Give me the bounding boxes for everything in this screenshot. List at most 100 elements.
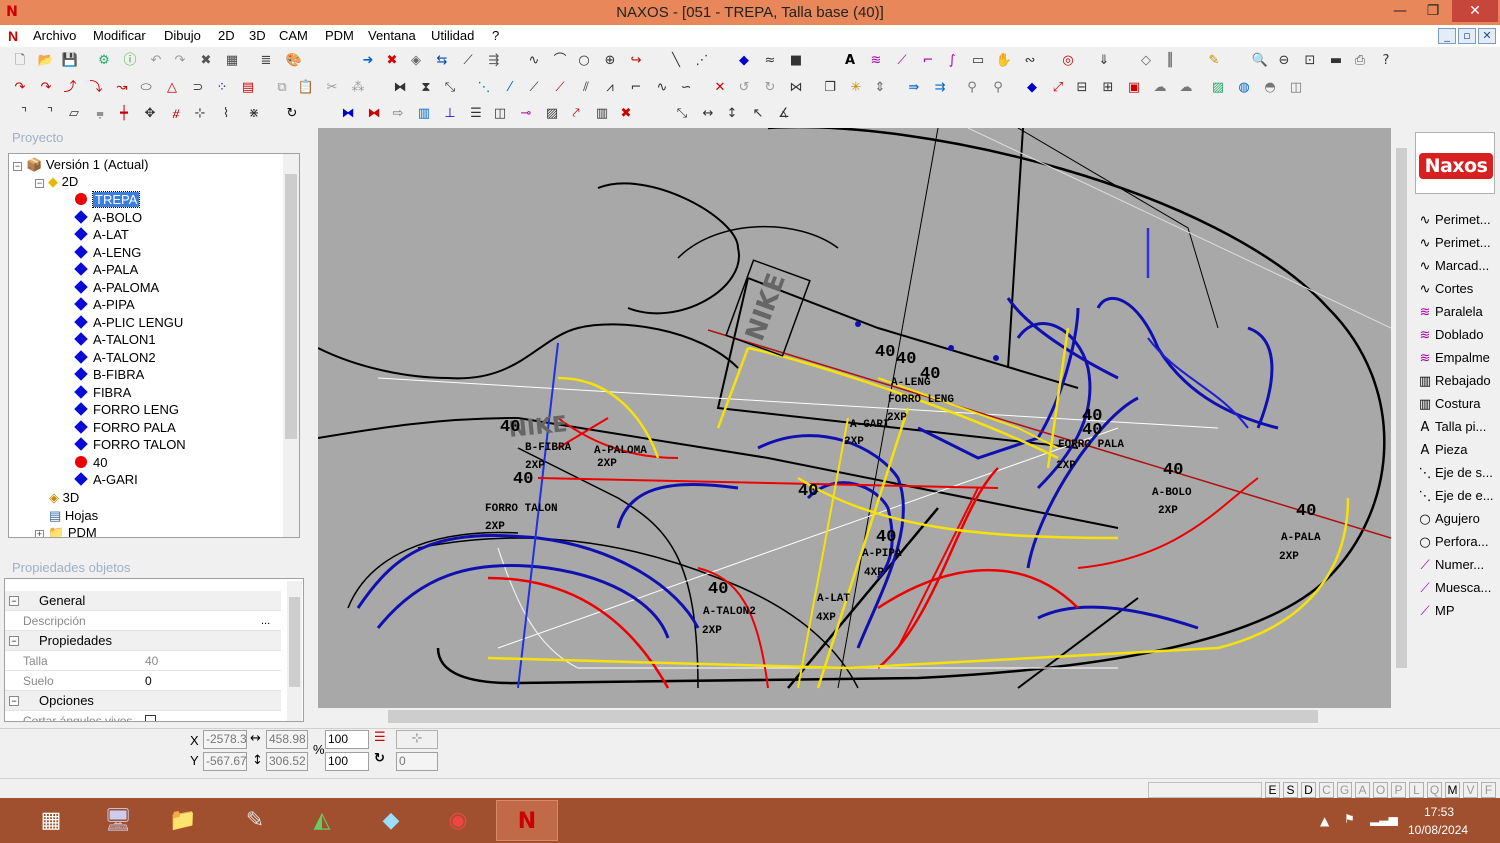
hand-icon[interactable]: ✋ <box>994 51 1014 71</box>
x-coordinate-field[interactable]: -2578.3 <box>203 730 247 749</box>
link-icon[interactable]: ⧓ <box>338 104 358 124</box>
status-toggle[interactable]: O <box>1373 782 1388 798</box>
snap-toggle-icon[interactable]: ⊹ <box>396 730 438 749</box>
dash-line-icon[interactable]: ⋱ <box>474 78 494 98</box>
mdi-restore-button[interactable]: ▫ <box>1458 28 1476 44</box>
cortar-checkbox[interactable] <box>145 715 156 721</box>
tool-item[interactable]: ▥ Costura <box>1415 393 1499 415</box>
slope-icon[interactable]: ⟋ <box>524 78 544 98</box>
props-scroll-thumb[interactable] <box>289 597 300 687</box>
copy-icon[interactable]: ⧉ <box>272 78 292 98</box>
expand-icon[interactable]: + <box>35 530 44 537</box>
tool-item[interactable]: ▥ Rebajado <box>1415 370 1499 392</box>
offset-icon[interactable]: ≋ <box>866 51 886 71</box>
tree-piece[interactable]: A-PLIC LENGU <box>74 314 183 331</box>
dash-line2-icon[interactable]: ⁄ <box>500 78 520 98</box>
y-coordinate-field[interactable]: -567.67 <box>203 752 247 771</box>
sparkle-icon[interactable]: ✳ <box>846 78 866 98</box>
clock-date[interactable]: 10/08/2024 <box>1408 823 1468 837</box>
pen-app-icon[interactable]: ✎ <box>224 800 286 841</box>
tool-item[interactable]: ○ Perfora... <box>1415 531 1499 553</box>
tool-item[interactable]: ∿ Cortes <box>1415 278 1499 300</box>
rotate-icon[interactable]: ↻ <box>374 751 385 766</box>
tool-item[interactable]: ≋ Paralela <box>1415 301 1499 323</box>
canvas-vscrollbar[interactable] <box>1393 128 1410 708</box>
menu-pdm[interactable]: PDM <box>325 28 354 43</box>
tree-piece[interactable]: FIBRA <box>74 384 131 401</box>
tool-item[interactable]: A Talla pi... <box>1415 416 1499 438</box>
tree-piece[interactable]: FORRO PALA <box>74 419 176 436</box>
flip-h-icon[interactable]: ⧓ <box>390 78 410 98</box>
canvas-vscroll-thumb[interactable] <box>1396 148 1407 668</box>
align-list-icon[interactable]: ☰ <box>374 730 386 745</box>
delete-icon[interactable]: ✖ <box>196 51 216 71</box>
page-icon[interactable]: ▱ <box>64 104 84 124</box>
tool-item[interactable]: ≋ Doblado <box>1415 324 1499 346</box>
corner-icon[interactable]: ⌝ <box>14 104 34 124</box>
extend-icon[interactable]: ⟋ <box>892 51 912 71</box>
wave-icon[interactable]: ∿ <box>652 78 672 98</box>
width-icon[interactable]: ↔ <box>698 104 718 124</box>
loop-icon[interactable]: ⊃ <box>188 78 208 98</box>
remove-piece-icon[interactable]: ✖ <box>382 51 402 71</box>
height-icon[interactable]: ↕ <box>722 104 742 124</box>
ellipse-icon[interactable]: ⬭ <box>136 78 156 98</box>
tool-item[interactable]: ≋ Empalme <box>1415 347 1499 369</box>
trim-icon[interactable]: ⌐ <box>918 51 938 71</box>
prop-descripcion[interactable]: Descripción... <box>5 611 281 631</box>
status-toggle[interactable]: M <box>1445 782 1460 798</box>
tool-item[interactable]: ○ Agujero <box>1415 508 1499 530</box>
tree-folder-3d[interactable]: ◈ 3D <box>49 489 79 506</box>
curve-red-icon[interactable]: ↷ <box>10 78 30 98</box>
prop-section-general[interactable]: − General <box>5 591 281 611</box>
scale-x-field[interactable]: 100 <box>325 730 369 749</box>
mdi-minimize-button[interactable]: _ <box>1438 28 1456 44</box>
ruler-icon[interactable]: ║ <box>1160 51 1180 71</box>
curve-icon[interactable]: ∿ <box>524 51 544 71</box>
squiggle-icon[interactable]: ⌇ <box>216 104 236 124</box>
tree-piece[interactable]: A-PALA <box>74 261 138 278</box>
split-icon[interactable]: ∫ <box>942 51 962 71</box>
tool-item[interactable]: A Pieza <box>1415 439 1499 461</box>
send-icon[interactable]: ⇨ <box>388 104 408 124</box>
diagonal-arrow-icon[interactable]: ⤡ <box>672 104 692 124</box>
save-icon[interactable]: 💾 <box>60 51 80 71</box>
cloud-icon[interactable]: ☁ <box>1150 78 1170 98</box>
status-toggle[interactable]: E <box>1265 782 1280 798</box>
rotate-right-icon[interactable]: ↻ <box>760 78 780 98</box>
line-icon[interactable]: ╲ <box>666 51 686 71</box>
paint-icon[interactable]: 🎨 <box>284 51 304 71</box>
slash-hash-icon[interactable]: ⧣ <box>166 104 186 124</box>
properties-icon[interactable]: ▦ <box>222 51 242 71</box>
print-icon[interactable]: ⎙ <box>1350 51 1370 71</box>
step-icon[interactable]: ⌐ <box>626 78 646 98</box>
pencil-icon[interactable]: ✎ <box>1204 51 1224 71</box>
flag-icon[interactable]: ⚑ <box>1344 812 1355 826</box>
settings-icon[interactable]: ⚙ <box>94 51 114 71</box>
menu-ventana[interactable]: Ventana <box>368 28 416 43</box>
status-toggle[interactable]: P <box>1391 782 1406 798</box>
frame-icon[interactable]: ▨ <box>542 104 562 124</box>
align-icon[interactable]: ⋈ <box>786 78 806 98</box>
maximize-button[interactable]: ❐ <box>1416 0 1450 22</box>
calculator-app-icon[interactable]: ▦ <box>20 800 82 841</box>
curve-red2-icon[interactable]: ↷ <box>36 78 56 98</box>
info-icon[interactable]: ⓘ <box>120 51 140 71</box>
measure-cross-icon[interactable]: ⊹ <box>190 104 210 124</box>
prop-cortar[interactable]: Cortar ángulos vivos <box>5 711 281 721</box>
cloud2-icon[interactable]: ☁ <box>1176 78 1196 98</box>
mirror-icon[interactable]: ⇆ <box>432 51 452 71</box>
clock-time[interactable]: 17:53 <box>1424 805 1454 819</box>
status-toggle[interactable]: V <box>1463 782 1478 798</box>
new-file-icon[interactable]: 🗋 <box>10 51 30 71</box>
tool-item[interactable]: ∿ Perimet... <box>1415 209 1499 231</box>
spline-icon[interactable]: ∾ <box>1020 51 1040 71</box>
warning-icon[interactable]: △ <box>162 78 182 98</box>
status-toggle[interactable]: S <box>1283 782 1298 798</box>
fillet-icon[interactable]: ↪ <box>626 51 646 71</box>
north-icon[interactable]: ⤢ <box>1048 78 1068 98</box>
circle-icon[interactable]: ○ <box>574 51 594 71</box>
curve-red3-icon[interactable]: ⤴ <box>60 78 80 98</box>
fill-icon[interactable]: ■ <box>786 51 806 71</box>
eraser-icon[interactable]: ◇ <box>1136 51 1156 71</box>
